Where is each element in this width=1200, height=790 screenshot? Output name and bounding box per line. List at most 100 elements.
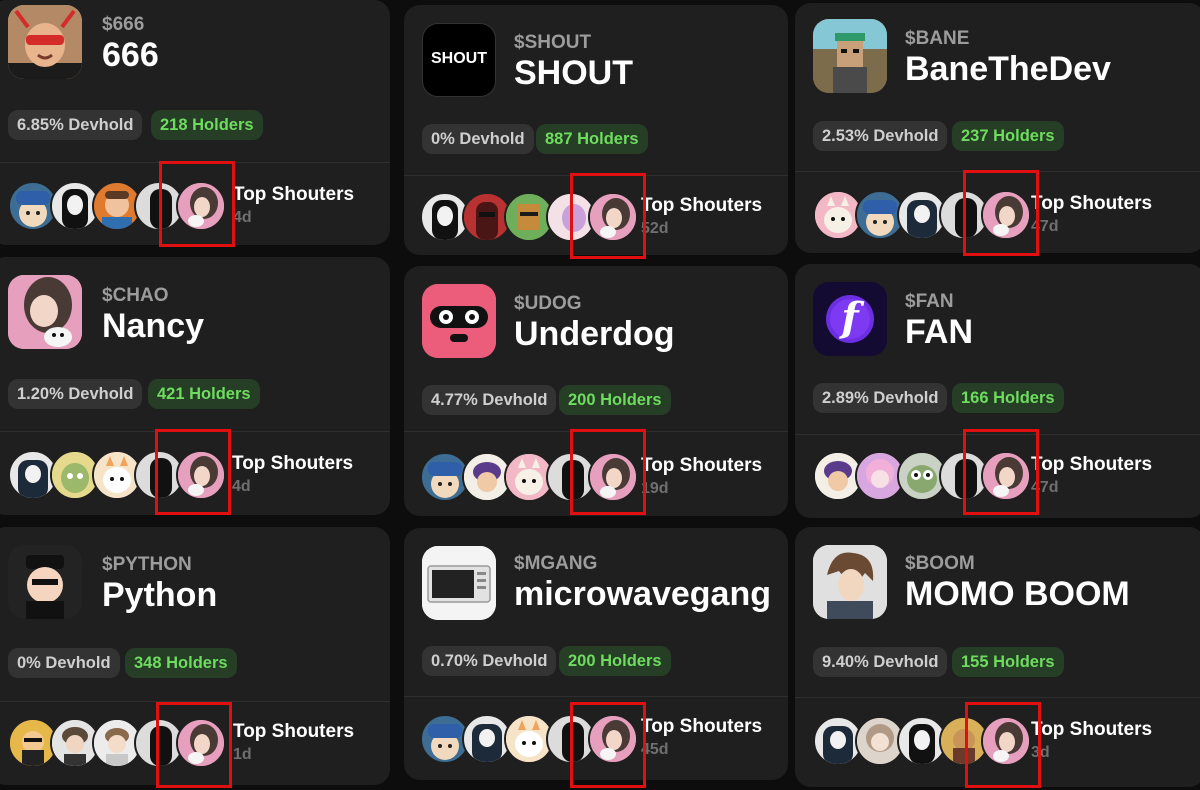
top-shouters-label[interactable]: Top Shouters [641, 195, 762, 217]
token-avatar [813, 19, 887, 93]
shouter-avatar[interactable] [588, 452, 638, 502]
top-shouters-row[interactable]: Top Shouters 3d [813, 716, 1193, 768]
token-ticker: $SHOUT [514, 32, 592, 53]
token-age: 4d [233, 209, 252, 226]
holders-badge: 887 Holders [536, 124, 648, 154]
card-divider [0, 701, 390, 702]
devhold-badge: 2.89% Devhold [813, 383, 948, 413]
token-name: Nancy [102, 307, 205, 345]
fan-logo: f [841, 294, 859, 341]
top-shouters-label[interactable]: Top Shouters [233, 721, 354, 743]
token-avatar [422, 284, 496, 358]
holders-badge: 155 Holders [952, 647, 1064, 677]
devhold-badge: 1.20% Devhold [8, 379, 143, 409]
devhold-badge: 0% Devhold [8, 648, 120, 678]
top-shouters-label[interactable]: Top Shouters [1031, 454, 1152, 476]
token-age: 47d [1031, 479, 1059, 496]
token-ticker: $UDOG [514, 293, 582, 314]
top-shouters-label[interactable]: Top Shouters [233, 184, 354, 206]
top-shouters-label[interactable]: Top Shouters [232, 453, 353, 475]
token-card[interactable]: $CHAO Nancy 1.20% Devhold 421 Holders To… [0, 257, 390, 515]
top-shouters-row[interactable]: Top Shouters 19d [420, 452, 780, 504]
token-ticker: $BANE [905, 28, 970, 49]
token-avatar: f [813, 282, 887, 356]
holders-badge: 200 Holders [559, 646, 671, 676]
token-name: Python [102, 576, 218, 614]
top-shouters-label[interactable]: Top Shouters [641, 455, 762, 477]
top-shouters-label[interactable]: Top Shouters [1031, 193, 1152, 215]
holders-badge: 218 Holders [151, 110, 263, 140]
devhold-badge: 0.70% Devhold [422, 646, 557, 676]
holders-badge: 421 Holders [148, 379, 260, 409]
holders-badge: 237 Holders [952, 121, 1064, 151]
token-avatar [8, 545, 82, 619]
token-age: 19d [641, 480, 669, 497]
card-divider [404, 175, 788, 176]
token-name: MOMO BOOM [905, 575, 1130, 613]
token-avatar [813, 545, 887, 619]
devhold-badge: 9.40% Devhold [813, 647, 948, 677]
token-age: 1d [233, 746, 252, 763]
shouter-avatar[interactable] [176, 181, 226, 231]
token-age: 3d [1031, 744, 1050, 761]
top-shouters-row[interactable]: Top Shouters 52d [420, 192, 780, 244]
token-avatar: SHOUT [422, 23, 496, 97]
token-card[interactable]: $BOOM MOMO BOOM 9.40% Devhold 155 Holder… [795, 527, 1200, 787]
top-shouters-row[interactable]: Top Shouters 4d [8, 181, 378, 233]
token-ticker: $BOOM [905, 553, 975, 574]
card-divider [795, 171, 1200, 172]
token-age: 45d [641, 741, 669, 758]
token-card[interactable]: $UDOG Underdog 4.77% Devhold 200 Holders… [404, 266, 788, 516]
shout-logo: SHOUT [431, 50, 487, 67]
card-divider [0, 162, 390, 163]
top-shouters-row[interactable]: Top Shouters 1d [8, 718, 378, 770]
shouter-avatar[interactable] [981, 451, 1031, 501]
token-name: Underdog [514, 315, 675, 353]
token-card[interactable]: SHOUT $SHOUT SHOUT 0% Devhold 887 Holder… [404, 5, 788, 255]
token-card[interactable]: $PYTHON Python 0% Devhold 348 Holders To… [0, 527, 390, 785]
token-avatar [8, 275, 82, 349]
token-ticker: $MGANG [514, 553, 598, 574]
shouter-avatar[interactable] [981, 190, 1031, 240]
holders-badge: 348 Holders [125, 648, 237, 678]
shouter-avatar[interactable] [176, 718, 226, 768]
card-divider [795, 434, 1200, 435]
shouter-avatar[interactable] [588, 714, 638, 764]
top-shouters-row[interactable]: Top Shouters 47d [813, 190, 1193, 242]
top-shouters-row[interactable]: Top Shouters 47d [813, 451, 1193, 503]
shouter-avatar[interactable] [588, 192, 638, 242]
card-divider [0, 431, 390, 432]
top-shouters-row[interactable]: Top Shouters 45d [420, 714, 780, 766]
shouter-avatar[interactable] [176, 450, 226, 500]
devhold-badge: 6.85% Devhold [8, 110, 143, 140]
token-age: 52d [641, 220, 669, 237]
devhold-badge: 0% Devhold [422, 124, 534, 154]
token-name: 666 [102, 36, 159, 74]
token-avatar [422, 546, 496, 620]
top-shouters-label[interactable]: Top Shouters [1031, 719, 1152, 741]
top-shouters-label[interactable]: Top Shouters [641, 716, 762, 738]
token-card[interactable]: $BANE BaneTheDev 2.53% Devhold 237 Holde… [795, 3, 1200, 253]
holders-badge: 166 Holders [952, 383, 1064, 413]
token-avatar [8, 5, 82, 79]
token-card[interactable]: $666 666 6.85% Devhold 218 Holders Top S… [0, 0, 390, 245]
token-age: 47d [1031, 218, 1059, 235]
shouter-avatar[interactable] [981, 716, 1031, 766]
token-name: SHOUT [514, 54, 633, 92]
token-ticker: $666 [102, 14, 145, 35]
token-ticker: $PYTHON [102, 554, 192, 575]
token-name: FAN [905, 313, 973, 351]
token-ticker: $FAN [905, 291, 954, 312]
card-divider [404, 431, 788, 432]
token-ticker: $CHAO [102, 285, 169, 306]
devhold-badge: 2.53% Devhold [813, 121, 948, 151]
token-card[interactable]: $MGANG microwavegang 0.70% Devhold 200 H… [404, 528, 788, 780]
token-name: microwavegang [514, 575, 771, 613]
card-divider [795, 697, 1200, 698]
devhold-badge: 4.77% Devhold [422, 385, 557, 415]
token-card[interactable]: f $FAN FAN 2.89% Devhold 166 Holders Top… [795, 264, 1200, 518]
top-shouters-row[interactable]: Top Shouters 4d [8, 450, 378, 502]
token-age: 4d [232, 478, 251, 495]
holders-badge: 200 Holders [559, 385, 671, 415]
card-divider [404, 696, 788, 697]
